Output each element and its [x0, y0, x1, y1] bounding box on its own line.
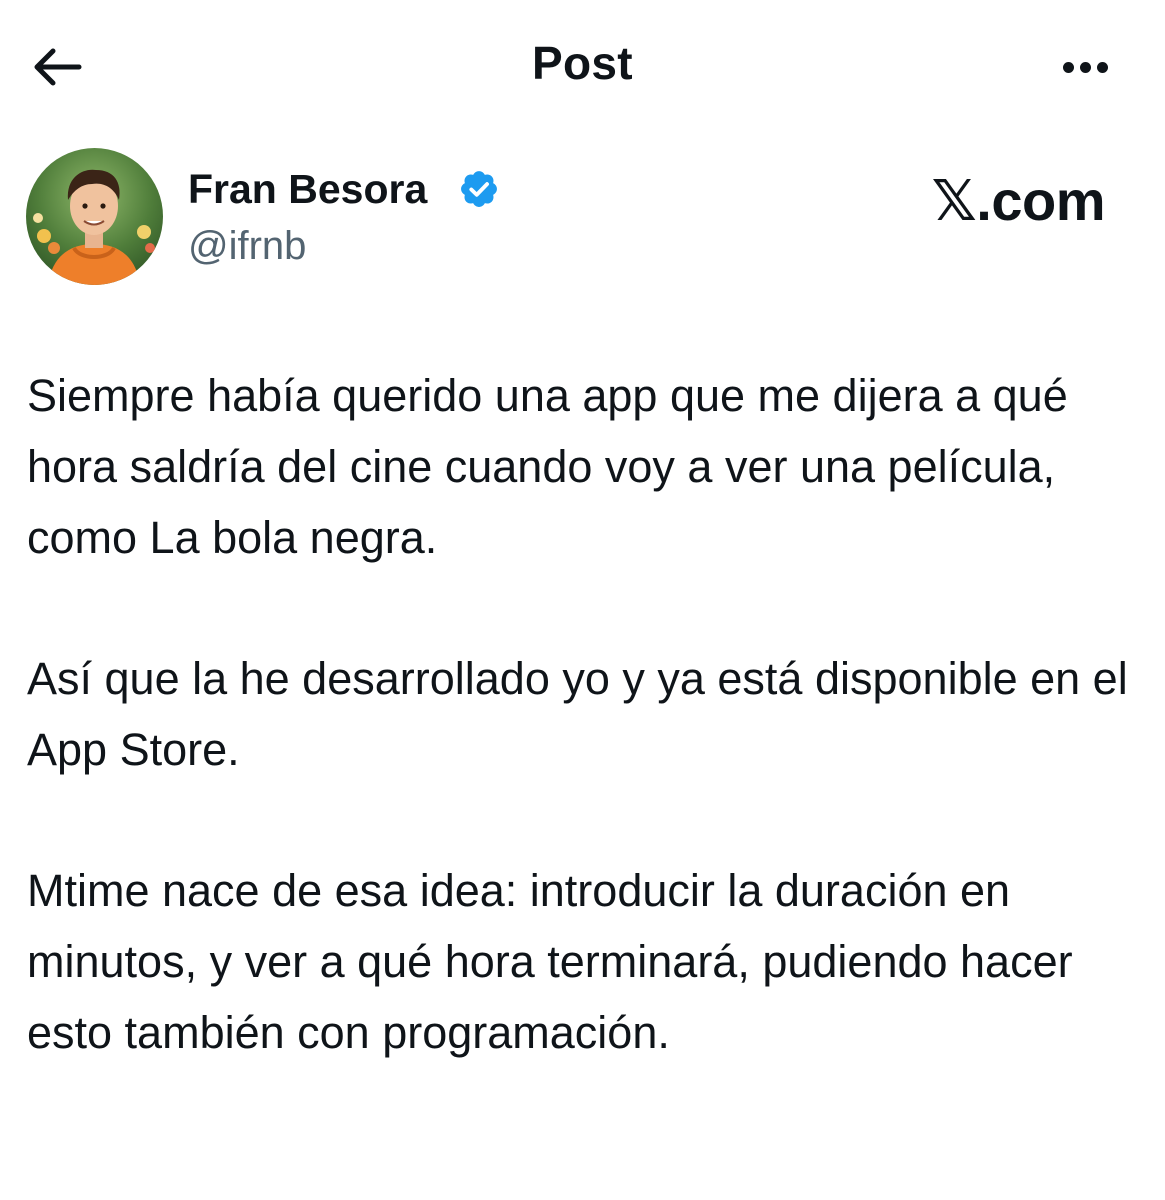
page-title: Post: [532, 37, 633, 89]
more-button[interactable]: [1050, 38, 1120, 96]
post-text: Siempre había querido una app que me dij…: [27, 360, 1137, 1138]
post-paragraph: Mtime nace de esa idea: introducir la du…: [27, 865, 1073, 1058]
x-com-watermark: 𝕏.com: [931, 169, 1106, 232]
author-handle[interactable]: @ifrnb: [188, 224, 306, 269]
author-name[interactable]: Fran Besora: [188, 166, 427, 213]
post-paragraph: Así que la he desarrollado yo y ya está …: [27, 653, 1128, 775]
more-horizontal-icon: [1060, 61, 1111, 73]
top-bar: Post: [0, 0, 1165, 130]
verified-badge-icon: [461, 171, 497, 207]
avatar[interactable]: [26, 148, 163, 285]
post-paragraph: Siempre había querido una app que me dij…: [27, 370, 1068, 563]
avatar-image: [26, 148, 163, 285]
